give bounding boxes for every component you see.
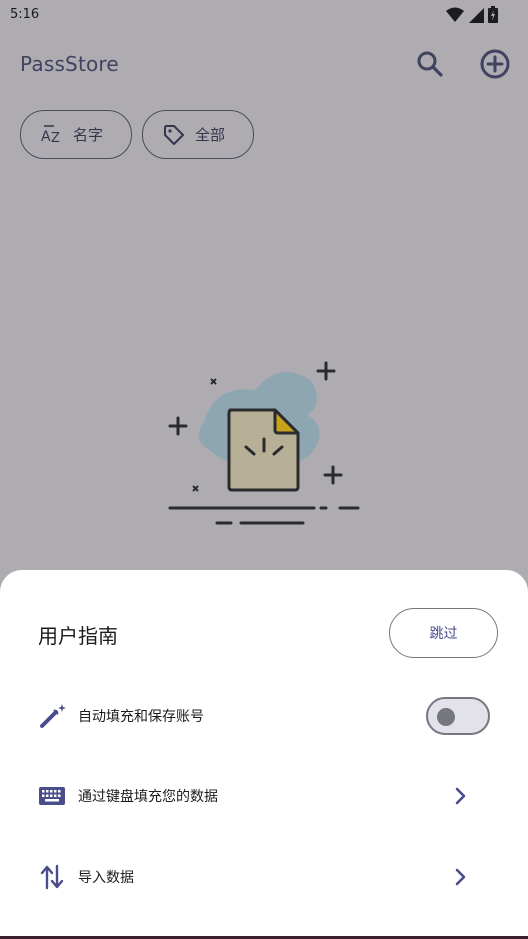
magic-wand-icon [38, 702, 66, 730]
guide-item-label: 自动填充和保存账号 [78, 709, 204, 725]
chevron-right-icon [450, 865, 472, 889]
status-icons [446, 6, 498, 23]
chevron-right-icon [450, 784, 472, 808]
guide-bottom-sheet: 用户指南 跳过 自动填充和保存账号 通过键盘填充您的数据 导入数据 [0, 570, 528, 939]
search-icon [417, 51, 443, 77]
sort-az-icon: A Z [41, 124, 63, 146]
guide-item-autofill[interactable]: 自动填充和保存账号 [0, 686, 528, 746]
keyboard-icon [38, 782, 66, 810]
guide-item-keyboard[interactable]: 通过键盘填充您的数据 [0, 766, 528, 826]
add-circle-icon [480, 49, 510, 79]
sort-chip[interactable]: A Z 名字 [20, 110, 132, 159]
status-bar: 5:16 [0, 0, 528, 30]
add-button[interactable] [477, 46, 513, 82]
guide-item-label: 导入数据 [78, 870, 134, 886]
status-time: 5:16 [10, 7, 40, 22]
signal-icon [469, 7, 484, 23]
autofill-toggle[interactable] [426, 697, 490, 735]
app-title: PassStore [20, 52, 119, 76]
skip-button[interactable]: 跳过 [389, 608, 498, 658]
sheet-title: 用户指南 [38, 624, 118, 648]
tag-icon [163, 124, 185, 146]
sort-chip-label: 名字 [73, 126, 104, 144]
guide-item-import[interactable]: 导入数据 [0, 847, 528, 907]
wifi-icon [446, 7, 464, 22]
empty-document-illustration [168, 361, 360, 525]
tag-chip-label: 全部 [195, 126, 226, 144]
svg-text:Z: Z [51, 131, 60, 146]
toggle-knob [437, 708, 455, 726]
guide-item-label: 通过键盘填充您的数据 [78, 789, 218, 805]
battery-icon [488, 6, 498, 23]
svg-text:A: A [41, 129, 51, 145]
tag-chip[interactable]: 全部 [142, 110, 254, 159]
search-button[interactable] [412, 46, 448, 82]
import-export-icon [38, 863, 66, 891]
